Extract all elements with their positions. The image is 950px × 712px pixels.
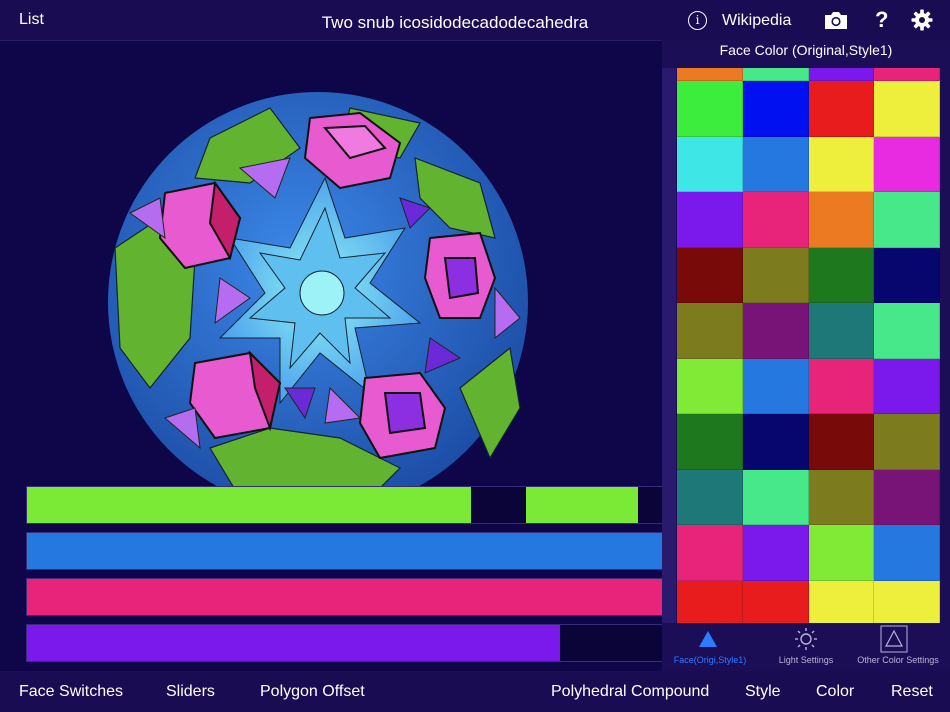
color-button[interactable]: Color xyxy=(816,683,854,701)
color-swatch[interactable] xyxy=(742,247,809,303)
alpha-slider-fill xyxy=(27,625,560,661)
color-swatch[interactable] xyxy=(808,192,875,248)
color-swatch[interactable] xyxy=(874,303,940,359)
gear-icon[interactable] xyxy=(911,9,933,31)
color-swatch[interactable] xyxy=(677,303,743,359)
tab-face-color[interactable]: Face(Origi,Style1) xyxy=(662,624,758,671)
color-swatch[interactable] xyxy=(677,358,743,414)
swatch-row-partial xyxy=(677,68,940,81)
color-swatch[interactable] xyxy=(677,469,743,525)
color-swatch[interactable] xyxy=(874,68,940,81)
color-swatch[interactable] xyxy=(874,414,940,470)
color-swatch[interactable] xyxy=(874,469,940,525)
help-icon[interactable]: ? xyxy=(875,7,888,33)
color-swatch[interactable] xyxy=(742,358,809,414)
color-swatch[interactable] xyxy=(874,192,940,248)
color-swatch[interactable] xyxy=(874,580,940,623)
swatch-row xyxy=(677,136,940,192)
swatch-row xyxy=(677,525,940,581)
sliders-button[interactable]: Sliders xyxy=(166,683,215,701)
color-swatch[interactable] xyxy=(677,580,743,623)
color-swatch[interactable] xyxy=(808,81,875,137)
polyhedral-compound-button[interactable]: Polyhedral Compound xyxy=(551,683,709,701)
color-swatch[interactable] xyxy=(677,192,743,248)
color-swatch[interactable] xyxy=(808,414,875,470)
red-slider-segment xyxy=(526,487,638,523)
color-swatch[interactable] xyxy=(808,247,875,303)
swatch-row xyxy=(677,192,940,248)
wikipedia-button[interactable]: Wikipedia xyxy=(722,12,791,30)
color-swatch[interactable] xyxy=(808,358,875,414)
swatch-row xyxy=(677,247,940,303)
color-swatch[interactable] xyxy=(874,136,940,192)
blue-slider[interactable] xyxy=(26,578,664,616)
top-bar: List Two snub icosidodecadodecahedra i W… xyxy=(0,0,950,41)
reset-button[interactable]: Reset xyxy=(891,683,933,701)
color-swatch[interactable] xyxy=(742,525,809,581)
color-swatch[interactable] xyxy=(677,247,743,303)
camera-icon[interactable] xyxy=(823,10,849,30)
color-panel-title: Face Color (Original,Style1) xyxy=(719,42,893,58)
info-icon[interactable]: i xyxy=(688,11,707,30)
triangle-outline-icon xyxy=(880,625,908,653)
color-swatch[interactable] xyxy=(742,192,809,248)
triangle-filled-icon xyxy=(699,631,717,647)
color-swatch[interactable] xyxy=(742,68,809,81)
swatch-row xyxy=(677,414,940,470)
polygon-offset-button[interactable]: Polygon Offset xyxy=(260,683,365,701)
color-swatch[interactable] xyxy=(742,469,809,525)
tab-other-color-settings-label: Other Color Settings xyxy=(857,655,939,665)
panel-scroll-strip xyxy=(662,68,676,623)
color-swatch[interactable] xyxy=(677,68,743,81)
color-swatch[interactable] xyxy=(808,303,875,359)
color-swatch[interactable] xyxy=(874,358,940,414)
red-slider-fill xyxy=(27,487,471,523)
color-swatch-grid[interactable] xyxy=(677,68,940,623)
color-swatch[interactable] xyxy=(808,136,875,192)
color-swatch[interactable] xyxy=(677,81,743,137)
color-swatch[interactable] xyxy=(677,414,743,470)
color-swatch[interactable] xyxy=(742,81,809,137)
color-swatch[interactable] xyxy=(808,469,875,525)
swatch-row xyxy=(677,469,940,525)
color-swatch[interactable] xyxy=(808,580,875,623)
sun-icon xyxy=(795,628,817,650)
alpha-slider[interactable] xyxy=(26,624,664,662)
color-swatch[interactable] xyxy=(742,580,809,623)
face-switches-button[interactable]: Face Switches xyxy=(19,683,123,701)
green-slider[interactable] xyxy=(26,532,664,570)
polyhedron-render[interactable] xyxy=(100,88,536,524)
swatch-row xyxy=(677,358,940,414)
polyhedron-viewport[interactable] xyxy=(0,41,664,671)
tab-other-color-settings[interactable]: Other Color Settings xyxy=(846,624,950,671)
green-slider-fill xyxy=(27,533,663,569)
color-swatch[interactable] xyxy=(874,247,940,303)
color-swatch[interactable] xyxy=(677,525,743,581)
tab-face-color-label: Face(Origi,Style1) xyxy=(673,655,747,665)
color-swatch[interactable] xyxy=(808,525,875,581)
swatch-row xyxy=(677,303,940,359)
red-slider[interactable] xyxy=(26,486,664,524)
color-swatch[interactable] xyxy=(742,414,809,470)
color-swatch[interactable] xyxy=(874,525,940,581)
color-swatch[interactable] xyxy=(874,81,940,137)
color-swatch[interactable] xyxy=(742,136,809,192)
color-panel: Face Color (Original,Style1) Face(Origi,… xyxy=(662,40,950,671)
swatch-row xyxy=(677,580,940,623)
style-button[interactable]: Style xyxy=(745,683,781,701)
blue-slider-fill xyxy=(27,579,663,615)
color-swatch[interactable] xyxy=(677,136,743,192)
color-panel-tabs: Face(Origi,Style1) Light Settings Other … xyxy=(662,624,950,671)
color-swatch[interactable] xyxy=(742,303,809,359)
bottom-toolbar: Face Switches Sliders Polygon Offset Pol… xyxy=(0,671,950,712)
color-swatch[interactable] xyxy=(808,68,875,81)
swatch-row xyxy=(677,81,940,137)
popover-caret xyxy=(830,664,844,671)
